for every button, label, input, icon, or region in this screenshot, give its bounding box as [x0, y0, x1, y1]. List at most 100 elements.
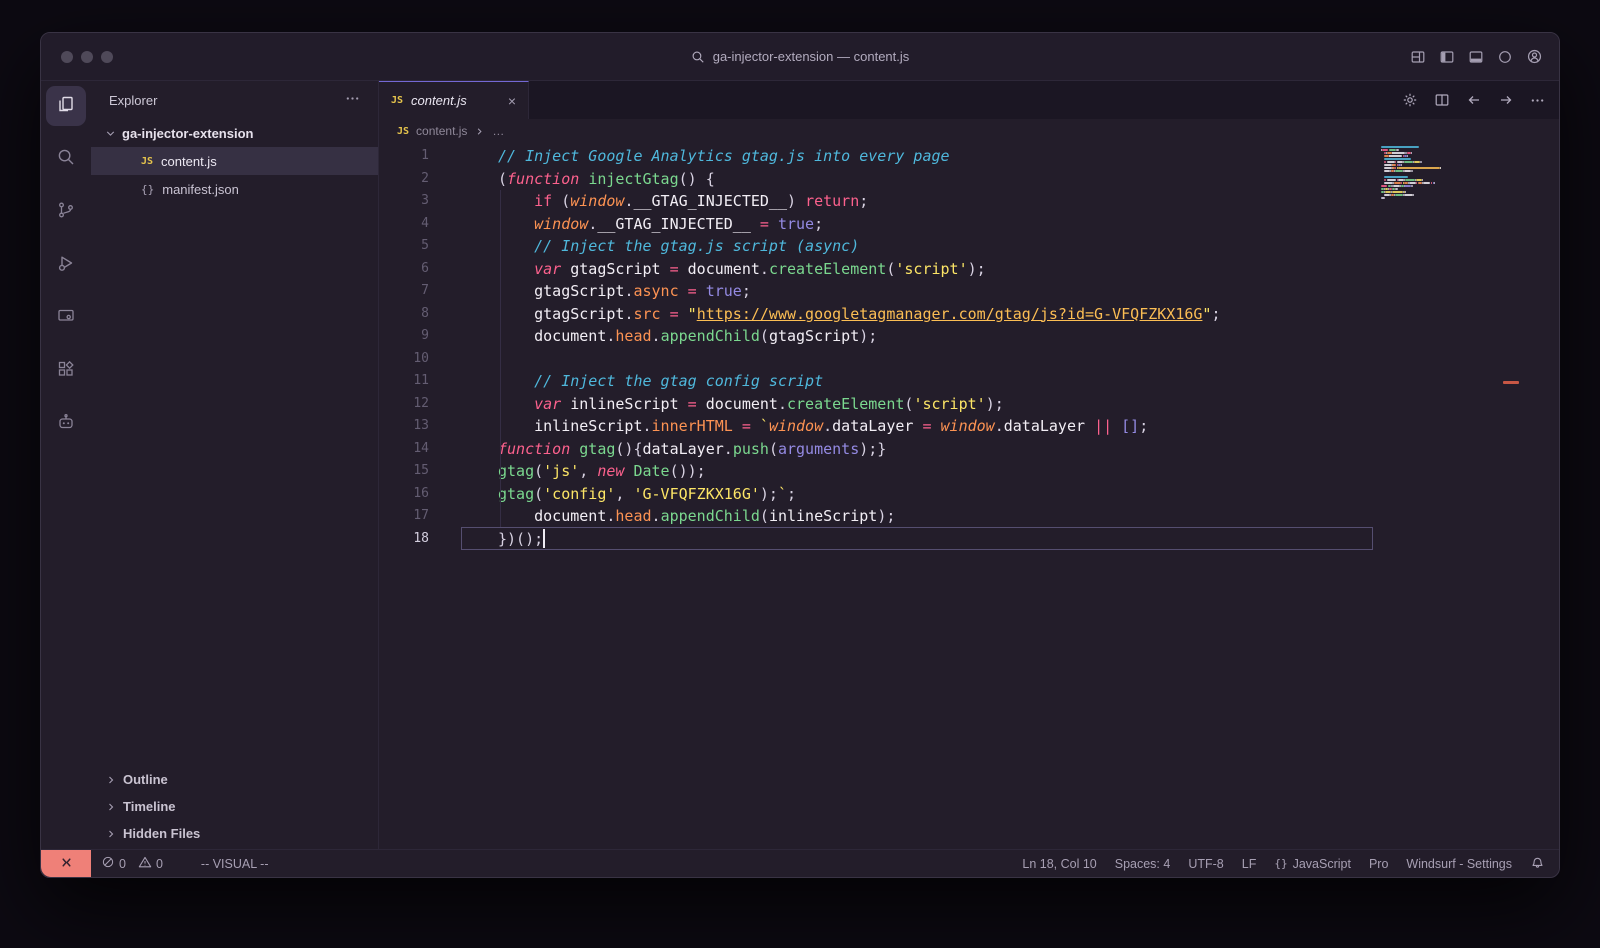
code-line[interactable]: 10	[379, 348, 1559, 371]
minimap-line	[1381, 164, 1501, 166]
app-settings[interactable]: Windsurf - Settings	[1406, 857, 1512, 871]
code-token: Date	[633, 462, 669, 480]
code-line[interactable]: 17 document.head.appendChild(inlineScrip…	[379, 505, 1559, 528]
gear-icon[interactable]	[1402, 92, 1418, 108]
javascript-file-icon: JS	[397, 126, 409, 137]
code-line[interactable]: 15gtag('js', new Date());	[379, 460, 1559, 483]
chevron-right-icon	[105, 801, 117, 813]
folder-root[interactable]: ga-injector-extension	[91, 119, 378, 147]
close-tab-icon[interactable]: ×	[508, 94, 516, 108]
breadcrumb-symbol[interactable]: …	[492, 124, 504, 138]
line-number[interactable]: 17	[379, 505, 429, 528]
remote-indicator[interactable]	[41, 850, 91, 878]
code-token	[679, 305, 688, 323]
zoom-button[interactable]	[101, 51, 113, 63]
minimap-line	[1381, 188, 1501, 190]
code-line[interactable]: 4 window.__GTAG_INJECTED__ = true;	[379, 213, 1559, 236]
errors-badge[interactable]: 0	[101, 855, 126, 872]
line-number[interactable]: 9	[379, 325, 429, 348]
line-number[interactable]: 1	[379, 145, 429, 168]
line-number[interactable]: 10	[379, 348, 429, 371]
more-actions-icon[interactable]	[1530, 93, 1545, 108]
sidebar-section-outline[interactable]: Outline	[91, 766, 378, 793]
code-line[interactable]: 6 var gtagScript = document.createElemen…	[379, 258, 1559, 281]
code-text: gtagScript.src = "https://www.googletagm…	[498, 303, 1220, 326]
line-number[interactable]: 4	[379, 213, 429, 236]
activity-remote-button[interactable]	[46, 298, 86, 338]
tab-content-js[interactable]: JS content.js ×	[379, 81, 529, 119]
error-count: 0	[119, 857, 126, 871]
navigate-forward-icon[interactable]	[1498, 92, 1514, 108]
code-line[interactable]: 5 // Inject the gtag.js script (async)	[379, 235, 1559, 258]
line-number[interactable]: 14	[379, 438, 429, 461]
code-line[interactable]: 13 inlineScript.innerHTML = `window.data…	[379, 415, 1559, 438]
more-actions-icon[interactable]	[345, 91, 360, 109]
code-token: createElement	[787, 395, 904, 413]
code-token	[498, 305, 534, 323]
activity-explorer-button[interactable]	[46, 86, 86, 126]
plan-badge[interactable]: Pro	[1369, 857, 1388, 871]
minimap-line	[1381, 146, 1501, 148]
indentation-setting[interactable]: Spaces: 4	[1115, 857, 1171, 871]
status-bar: 0 0 -- VISUAL -- Ln 18, Col 10 Spaces: 4…	[41, 849, 1559, 877]
panel-left-icon[interactable]	[1439, 49, 1455, 65]
breadcrumb-file[interactable]: content.js	[416, 124, 467, 138]
extensions-icon	[56, 359, 76, 384]
code-text: // Inject the gtag config script	[498, 370, 823, 393]
minimap-line	[1381, 149, 1501, 151]
line-number[interactable]: 18	[379, 528, 429, 551]
sidebar-section-hidden-files[interactable]: Hidden Files	[91, 820, 378, 847]
command-center[interactable]: ga-injector-extension — content.js	[691, 49, 910, 64]
line-number[interactable]: 16	[379, 483, 429, 506]
account-icon[interactable]	[1526, 48, 1543, 65]
activity-cascade-button[interactable]	[46, 404, 86, 444]
code-editor[interactable]: 1// Inject Google Analytics gtag.js into…	[379, 143, 1559, 849]
line-number[interactable]: 12	[379, 393, 429, 416]
code-line[interactable]: 14function gtag(){dataLayer.push(argumen…	[379, 438, 1559, 461]
language-mode[interactable]: {} JavaScript	[1274, 857, 1351, 871]
activity-debug-button[interactable]	[46, 245, 86, 285]
circle-icon[interactable]	[1497, 49, 1513, 65]
eol-setting[interactable]: LF	[1242, 857, 1257, 871]
minimap[interactable]	[1381, 146, 1501, 200]
file-item-manifest-json[interactable]: {} manifest.json	[91, 175, 378, 203]
code-line[interactable]: 18})();	[379, 528, 1559, 551]
code-line[interactable]: 8 gtagScript.src = "https://www.googleta…	[379, 303, 1559, 326]
minimap-line	[1381, 182, 1501, 184]
line-number[interactable]: 15	[379, 460, 429, 483]
activity-search-button[interactable]	[46, 139, 86, 179]
sidebar-section-timeline[interactable]: Timeline	[91, 793, 378, 820]
navigate-back-icon[interactable]	[1466, 92, 1482, 108]
split-editor-icon[interactable]	[1434, 92, 1450, 108]
warnings-badge[interactable]: 0	[138, 855, 163, 872]
chevron-right-icon	[105, 774, 117, 786]
code-token: arguments	[778, 440, 859, 458]
line-number[interactable]: 11	[379, 370, 429, 393]
layout-icon[interactable]	[1410, 49, 1426, 65]
line-number[interactable]: 6	[379, 258, 429, 281]
code-token: ;	[787, 485, 796, 503]
encoding-setting[interactable]: UTF-8	[1188, 857, 1223, 871]
activity-source-control-button[interactable]	[46, 192, 86, 232]
activity-extensions-button[interactable]	[46, 351, 86, 391]
code-line[interactable]: 12 var inlineScript = document.createEle…	[379, 393, 1559, 416]
cursor-position[interactable]: Ln 18, Col 10	[1022, 857, 1096, 871]
code-line[interactable]: 11 // Inject the gtag config script	[379, 370, 1559, 393]
code-line[interactable]: 7 gtagScript.async = true;	[379, 280, 1559, 303]
line-number[interactable]: 13	[379, 415, 429, 438]
code-token: ||	[1094, 417, 1112, 435]
minimize-button[interactable]	[81, 51, 93, 63]
code-line[interactable]: 16 gtag('config', 'G-VFQFZKX16G');`;	[379, 483, 1559, 506]
line-number[interactable]: 8	[379, 303, 429, 326]
line-number[interactable]: 2	[379, 168, 429, 191]
file-item-content-js[interactable]: JS content.js	[91, 147, 378, 175]
line-number[interactable]: 3	[379, 190, 429, 213]
bell-icon[interactable]	[1530, 856, 1545, 871]
line-number[interactable]: 5	[379, 235, 429, 258]
code-token	[679, 260, 688, 278]
code-text: gtag('config', 'G-VFQFZKX16G');`;	[498, 483, 796, 506]
line-number[interactable]: 7	[379, 280, 429, 303]
panel-bottom-icon[interactable]	[1468, 49, 1484, 65]
close-button[interactable]	[61, 51, 73, 63]
code-line[interactable]: 9 document.head.appendChild(gtagScript);	[379, 325, 1559, 348]
